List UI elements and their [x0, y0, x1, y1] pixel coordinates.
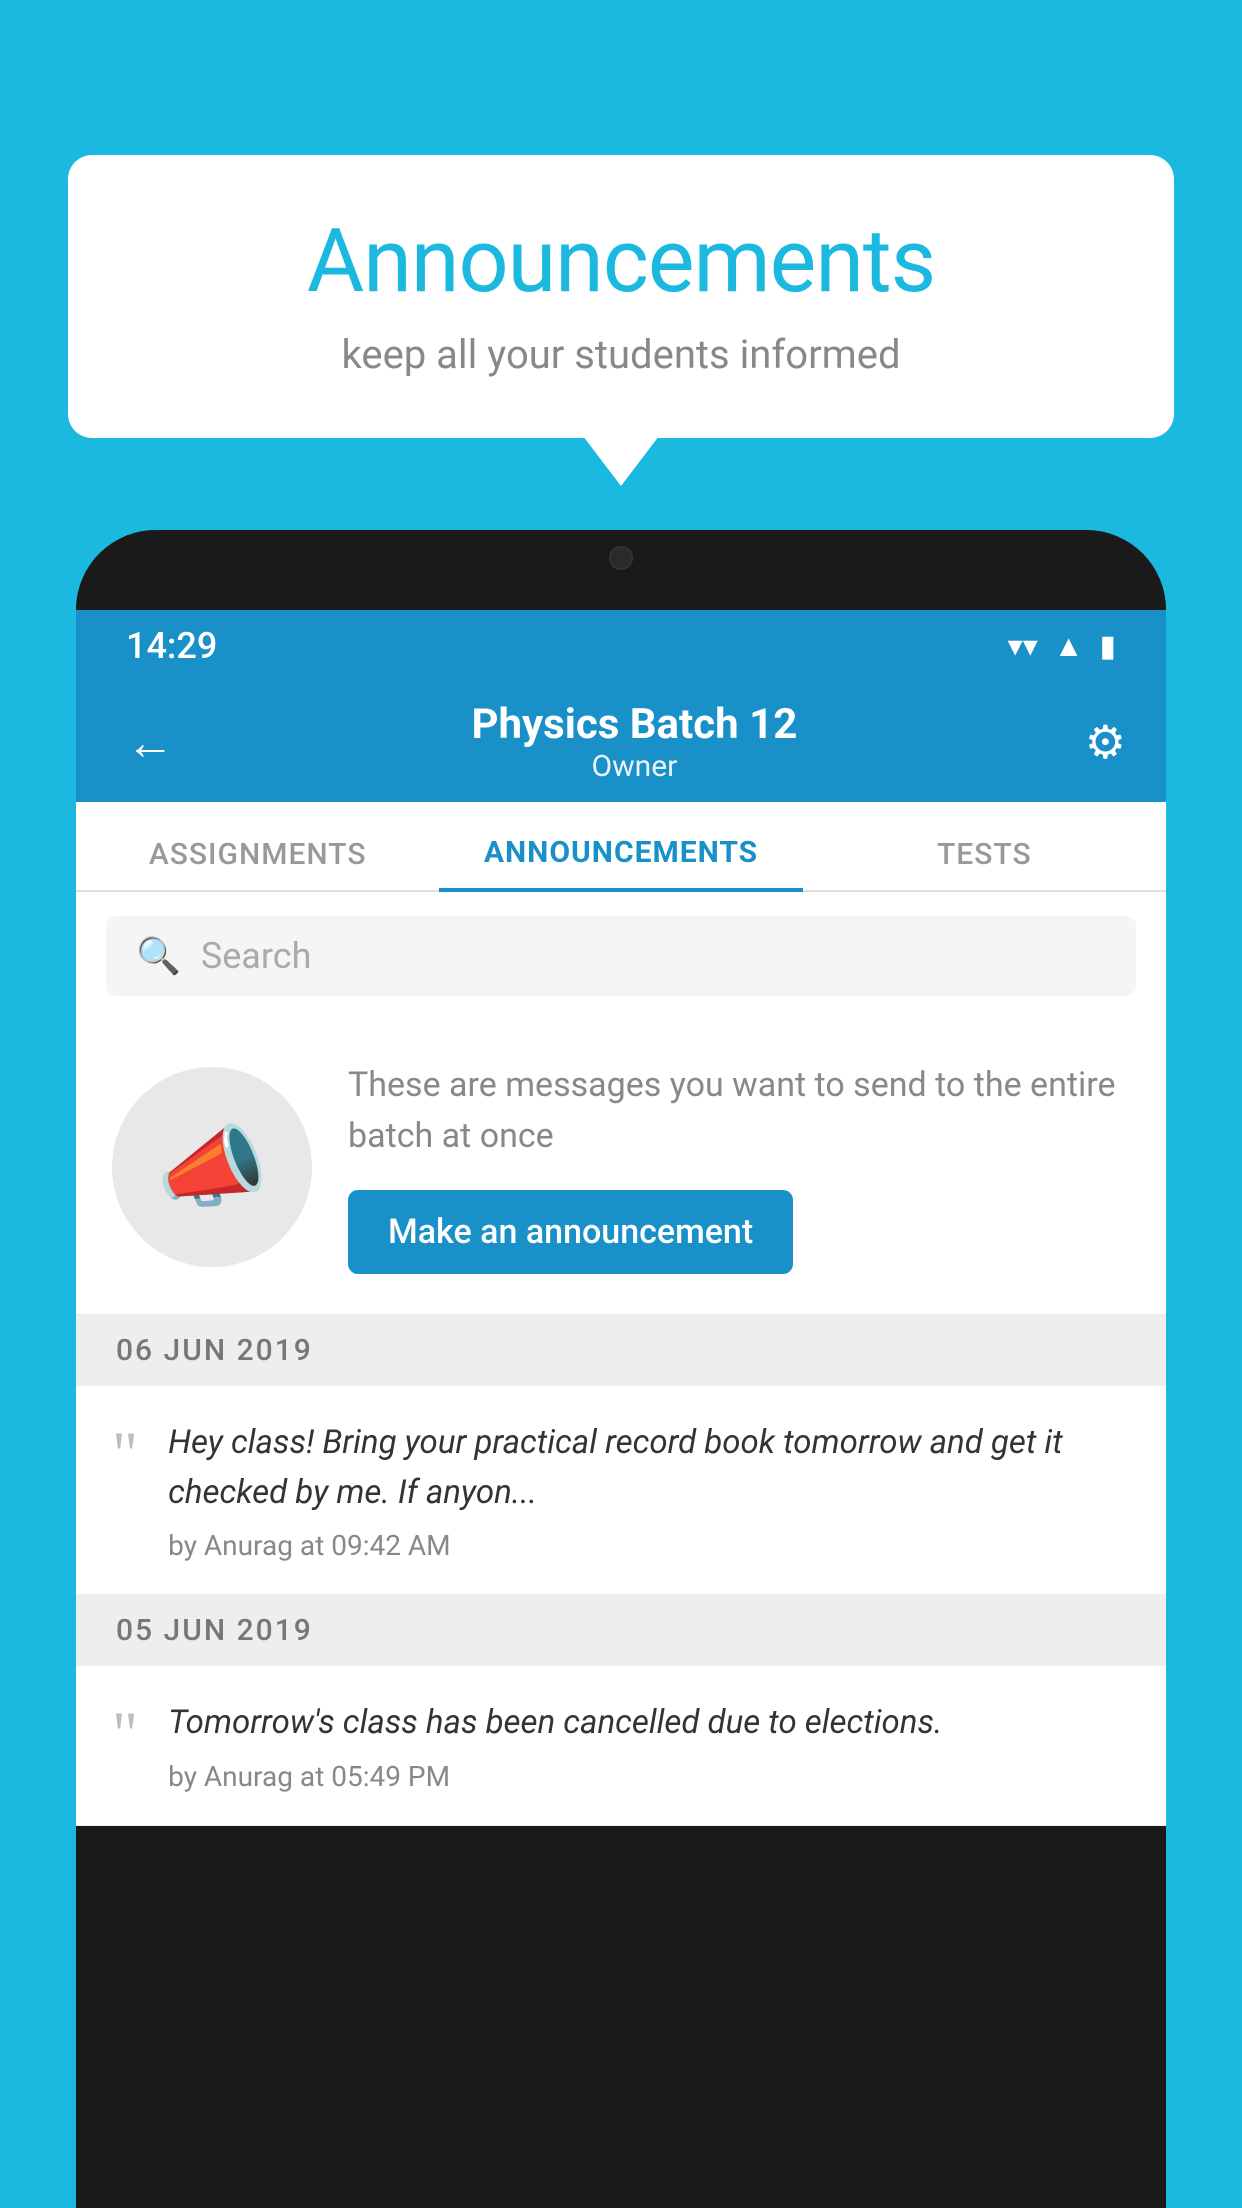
announcement-author-2: by Anurag at 05:49 PM: [168, 1760, 1130, 1793]
search-icon: 🔍: [136, 935, 181, 977]
gear-icon[interactable]: ⚙: [1085, 715, 1126, 770]
app-header: ← Physics Batch 12 Owner ⚙: [76, 682, 1166, 802]
date-header-2: 05 JUN 2019: [76, 1595, 1166, 1666]
announce-promo: 📣 These are messages you want to send to…: [76, 1020, 1166, 1315]
announcement-text-2: Tomorrow's class has been cancelled due …: [168, 1698, 1130, 1793]
header-role: Owner: [471, 749, 797, 784]
announce-icon-circle: 📣: [112, 1067, 312, 1267]
phone-notch: [531, 530, 711, 585]
phone-notch-area: [76, 530, 1166, 610]
tabs-container: ASSIGNMENTS ANNOUNCEMENTS TESTS: [76, 802, 1166, 892]
speech-bubble-subtitle: keep all your students informed: [128, 331, 1114, 378]
speech-bubble: Announcements keep all your students inf…: [68, 155, 1174, 438]
status-icons: ▾▾ ▲ ▮: [1008, 629, 1116, 664]
tab-announcements[interactable]: ANNOUNCEMENTS: [439, 835, 802, 892]
phone-frame: 14:29 ▾▾ ▲ ▮ ← Physics Batch 12 Owner ⚙ …: [76, 530, 1166, 2208]
header-batch-name: Physics Batch 12: [471, 700, 797, 749]
search-bar[interactable]: 🔍 Search: [106, 916, 1136, 996]
announce-description: These are messages you want to send to t…: [348, 1060, 1130, 1162]
back-button[interactable]: ←: [116, 704, 184, 781]
phone-content: 🔍 Search 📣 These are messages you want t…: [76, 892, 1166, 1826]
status-bar: 14:29 ▾▾ ▲ ▮: [76, 610, 1166, 682]
announcement-author-1: by Anurag at 09:42 AM: [168, 1529, 1130, 1562]
speech-bubble-container: Announcements keep all your students inf…: [68, 155, 1174, 438]
signal-icon: ▲: [1054, 629, 1084, 664]
wifi-icon: ▾▾: [1008, 629, 1038, 664]
tab-tests[interactable]: TESTS: [803, 837, 1166, 890]
announcement-item-2: " Tomorrow's class has been cancelled du…: [76, 1666, 1166, 1826]
announce-right: These are messages you want to send to t…: [348, 1060, 1130, 1274]
header-title-container: Physics Batch 12 Owner: [471, 700, 797, 784]
date-header-1: 06 JUN 2019: [76, 1315, 1166, 1386]
announcement-item-1: " Hey class! Bring your practical record…: [76, 1386, 1166, 1595]
tab-assignments[interactable]: ASSIGNMENTS: [76, 837, 439, 890]
quote-icon-1: ": [112, 1422, 138, 1486]
search-placeholder: Search: [201, 935, 312, 977]
announcement-message-1: Hey class! Bring your practical record b…: [168, 1418, 1130, 1517]
search-container: 🔍 Search: [76, 892, 1166, 1020]
phone-camera: [609, 546, 633, 570]
make-announcement-button[interactable]: Make an announcement: [348, 1190, 793, 1274]
battery-icon: ▮: [1099, 629, 1116, 664]
status-time: 14:29: [126, 625, 217, 667]
megaphone-icon: 📣: [156, 1115, 268, 1220]
speech-bubble-title: Announcements: [128, 210, 1114, 313]
announcement-text-1: Hey class! Bring your practical record b…: [168, 1418, 1130, 1562]
quote-icon-2: ": [112, 1702, 138, 1766]
announcement-message-2: Tomorrow's class has been cancelled due …: [168, 1698, 1130, 1748]
